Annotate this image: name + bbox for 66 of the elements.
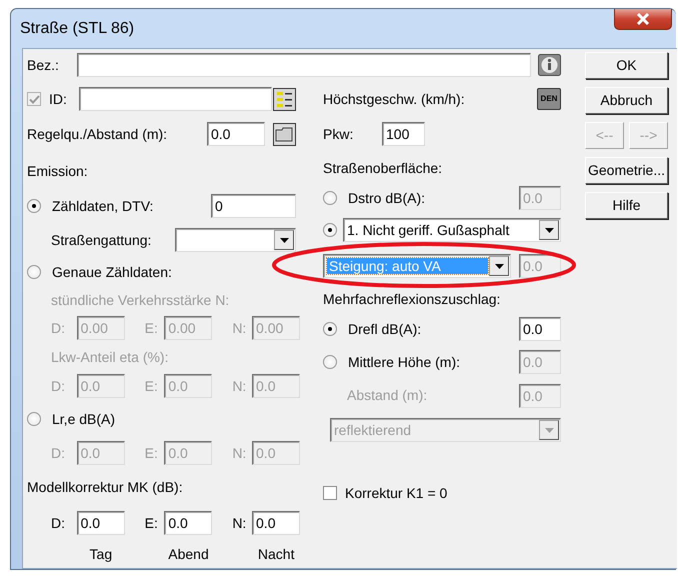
radio-label[interactable]: Drefl dB(A): [348, 320, 422, 338]
field-label: N: [232, 444, 248, 462]
field-label: Straßengattung: [51, 232, 152, 248]
caption-label: Abend [167, 546, 210, 562]
field-label: ID: [49, 90, 68, 108]
text-field[interactable]: 0.0 [164, 511, 212, 535]
dialog-button[interactable]: Geometrie... [585, 157, 668, 184]
dialog-button[interactable]: Abbruch [585, 87, 668, 114]
close-icon [636, 13, 650, 25]
field-label: D: [51, 320, 66, 336]
field-label: Höchstgeschw. (km/h): [323, 90, 465, 108]
folder-icon [273, 123, 296, 146]
radio-button[interactable] [323, 322, 337, 336]
radio-button[interactable] [27, 265, 41, 279]
text-field[interactable]: 0.0 [207, 122, 265, 146]
close-button[interactable] [614, 9, 672, 30]
field-label: Straßenoberfläche: [323, 160, 442, 176]
checkmark-icon [28, 94, 40, 104]
caret-icon [494, 264, 504, 268]
caret-icon [544, 428, 554, 432]
field-label: Bez.: [27, 56, 60, 74]
text-field[interactable] [77, 53, 531, 77]
caption-label: Tag [88, 546, 114, 562]
dialog-button[interactable]: Hilfe [585, 192, 668, 219]
text-field[interactable]: 100 [382, 122, 425, 146]
info-icon[interactable] [538, 54, 561, 76]
field-label: N: [232, 514, 248, 532]
field-label: Regelqu./Abstand (m): [27, 126, 168, 142]
field-label: Lkw-Anteil eta (%): [51, 348, 168, 366]
dialog-button[interactable]: OK [585, 52, 668, 79]
field-label: Pkw: [323, 126, 354, 142]
field-label: N: [232, 320, 248, 336]
caption-label: Nacht [256, 546, 296, 562]
dropdown[interactable]: 1. Nicht geriff. Gußasphalt [343, 218, 561, 242]
checkbox-label[interactable]: Korrektur K1 = 0 [345, 484, 448, 502]
field-label: E: [144, 320, 159, 336]
checkbox[interactable] [323, 486, 337, 500]
text-field[interactable] [79, 87, 272, 111]
field-label: D: [51, 444, 66, 462]
den-button[interactable]: DEN [537, 88, 561, 110]
radio-button[interactable] [27, 412, 41, 426]
caret-icon [280, 238, 288, 242]
radio-label[interactable]: Genaue Zähldaten: [52, 264, 172, 280]
field-label: D: [51, 378, 66, 394]
radio-label[interactable]: Lr,e dB(A) [52, 410, 116, 428]
field-label: N: [232, 378, 248, 394]
text-field[interactable]: 0 [211, 194, 296, 218]
radio-button[interactable] [323, 223, 337, 237]
field-label: Modellkorrektur MK (dB): [27, 479, 183, 496]
field-label: Mehrfachreflexionszuschlag: [323, 290, 500, 308]
radio-label[interactable]: Zähldaten, DTV: [52, 198, 154, 214]
window-title: Straße (STL 86) [19, 18, 134, 38]
field-label: E: [144, 444, 159, 462]
radio-button[interactable] [27, 199, 41, 213]
field-label: Abstand (m): [347, 387, 428, 404]
text-field[interactable]: 0.0 [252, 511, 300, 535]
caret-icon [544, 228, 554, 232]
field-label: E: [144, 378, 159, 394]
text-field[interactable]: 0.0 [76, 511, 125, 535]
list-icon [273, 88, 296, 111]
field-label: E: [144, 514, 159, 532]
field-label: stündliche Verkehrsstärke N: [51, 292, 230, 308]
dropdown[interactable] [175, 228, 296, 252]
field-label: Emission: [27, 162, 88, 180]
field-label: D: [51, 514, 66, 532]
text-field[interactable]: 0.0 [519, 317, 561, 341]
